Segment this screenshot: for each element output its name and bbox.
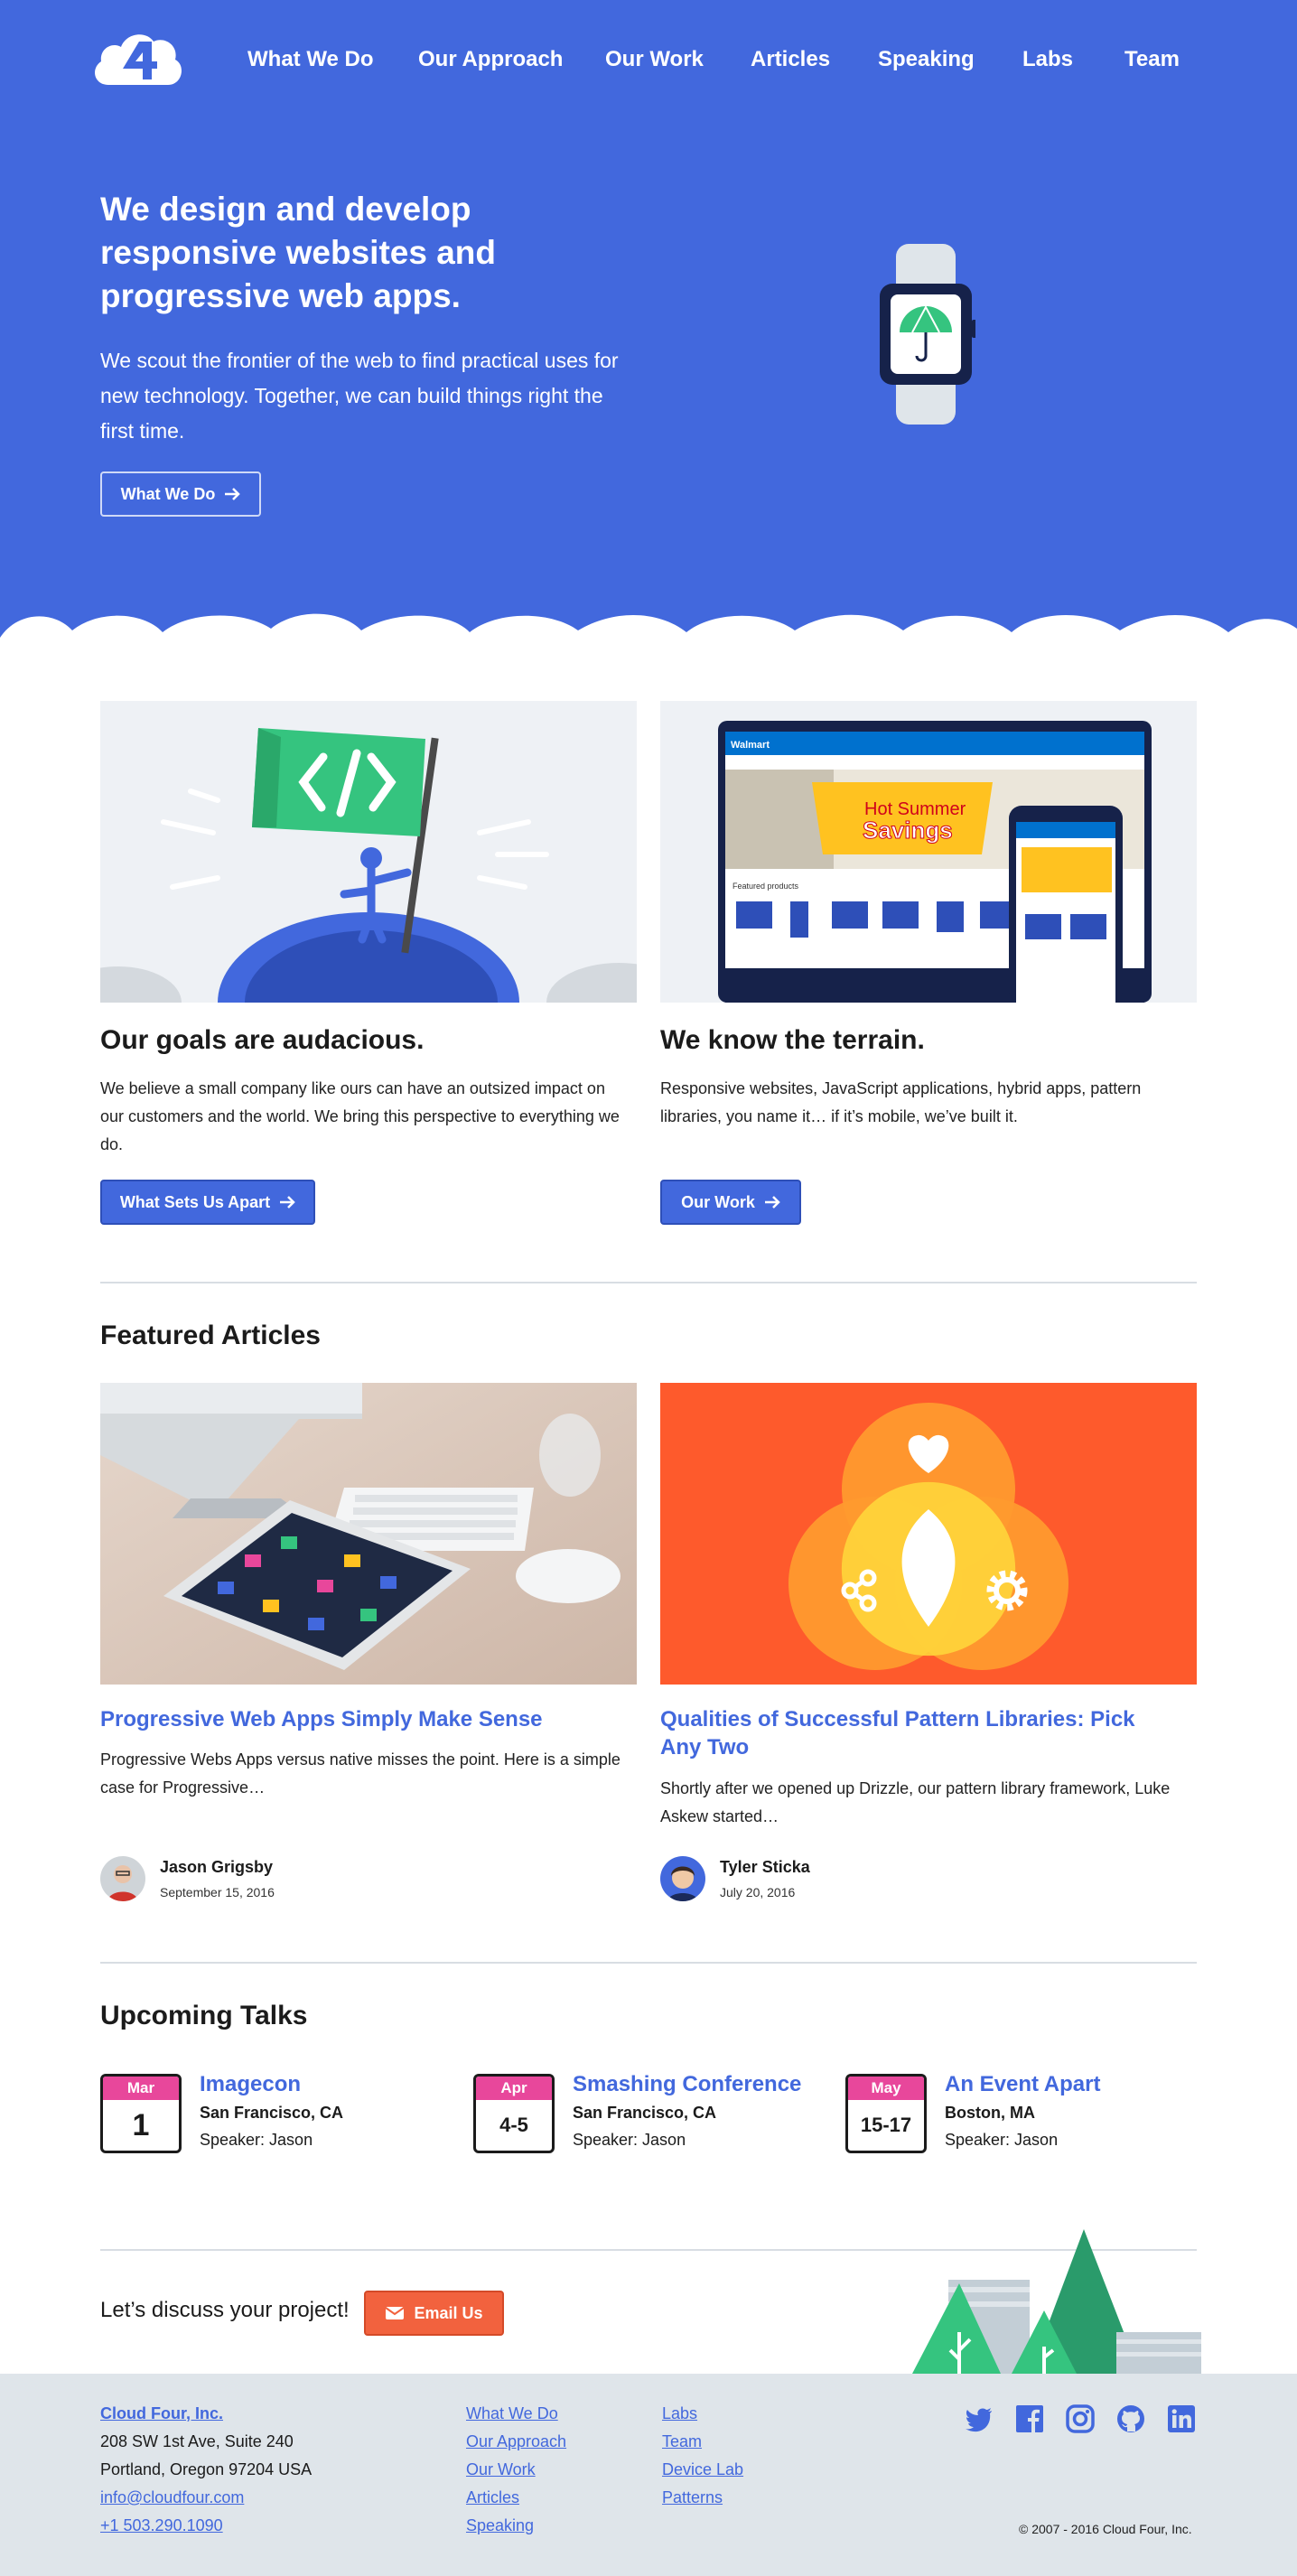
talk-name-imagecon[interactable]: Imagecon — [200, 2072, 301, 2097]
cloud-edge — [0, 613, 1297, 665]
footer-link-what-we-do[interactable]: What We Do — [466, 2400, 558, 2428]
hero-title: We design and develop responsive website… — [100, 191, 497, 314]
feature-body-terrain: Responsive websites, JavaScript applicat… — [660, 1079, 1142, 1125]
footer-email-link[interactable]: info@cloudfour.com — [100, 2484, 244, 2512]
footer-link-our-approach[interactable]: Our Approach — [466, 2428, 566, 2456]
talk-location: San Francisco, CA — [200, 2104, 344, 2122]
article-excerpt-pattern-libraries: Shortly after we opened up Drizzle, our … — [660, 1779, 1171, 1825]
hero-body: We scout the frontier of the web to find… — [100, 349, 619, 443]
feature-body-goals: We believe a small company like ours can… — [100, 1079, 620, 1153]
facebook-icon[interactable] — [1015, 2404, 1044, 2433]
instagram-icon[interactable] — [1066, 2404, 1095, 2433]
code-flag-icon — [100, 701, 637, 1003]
footer-link-device-lab[interactable]: Device Lab — [662, 2456, 743, 2484]
promo-line-2: Savings — [863, 817, 953, 844]
tablet-desk-photo — [100, 1383, 637, 1685]
arrow-right-icon — [764, 1196, 780, 1209]
nav-our-approach[interactable]: Our Approach — [418, 43, 563, 76]
footer-address-line1: 208 SW 1st Ave, Suite 240 — [100, 2432, 294, 2450]
terrain-illustration: Walmart Hot Summer Savings Featured prod… — [660, 701, 1197, 1003]
feature-title-terrain: We know the terrain. — [660, 1025, 925, 1055]
footer-link-team[interactable]: Team — [662, 2428, 702, 2456]
arrow-right-icon — [280, 1196, 295, 1209]
footer-company-link[interactable]: Cloud Four, Inc. — [100, 2400, 223, 2428]
author-name-jason: Jason Grigsby — [160, 1858, 274, 1876]
article-image-pattern-libraries[interactable] — [660, 1383, 1197, 1685]
what-we-do-button-label: What We Do — [120, 484, 216, 503]
nav-our-work[interactable]: Our Work — [605, 43, 704, 76]
avatar-jason — [100, 1856, 145, 1901]
goals-illustration — [100, 701, 637, 1003]
envelope-icon — [385, 2307, 406, 2319]
article-date-pattern-libraries: July 20, 2016 — [720, 1885, 796, 1899]
feature-title-goals: Our goals are audacious. — [100, 1025, 425, 1055]
copyright: © 2007 - 2016 Cloud Four, Inc. — [1019, 2522, 1192, 2536]
article-title-pattern-libraries[interactable]: Qualities of Successful Pattern Librarie… — [660, 1705, 1166, 1761]
talk-speaker: Speaker: Jason — [573, 2131, 686, 2149]
nav-what-we-do[interactable]: What We Do — [247, 43, 374, 76]
nav-speaking[interactable]: Speaking — [878, 43, 975, 76]
talk-speaker: Speaker: Jason — [200, 2131, 313, 2149]
article-title-pwa[interactable]: Progressive Web Apps Simply Make Sense — [100, 1705, 606, 1733]
calendar-badge: May 15-17 — [845, 2074, 927, 2153]
footer-phone-link[interactable]: +1 503.290.1090 — [100, 2512, 223, 2540]
linkedin-icon[interactable] — [1167, 2404, 1196, 2433]
calendar-day: 15-17 — [860, 2114, 912, 2136]
our-work-button[interactable]: Our Work — [660, 1180, 801, 1225]
github-icon[interactable] — [1116, 2404, 1145, 2433]
calendar-badge: Mar 1 — [100, 2074, 182, 2153]
article-image-pwa[interactable] — [100, 1383, 637, 1685]
nav-articles[interactable]: Articles — [751, 43, 830, 76]
our-work-button-label: Our Work — [681, 1192, 755, 1211]
featured-articles-title: Featured Articles — [100, 1321, 321, 1350]
calendar-month: May — [848, 2077, 924, 2100]
what-we-do-button[interactable]: What We Do — [100, 471, 261, 517]
calendar-month: Apr — [476, 2077, 552, 2100]
footer-link-patterns[interactable]: Patterns — [662, 2484, 723, 2512]
responsive-devices-icon: Walmart Hot Summer Savings Featured prod… — [660, 701, 1197, 1003]
calendar-month: Mar — [103, 2077, 179, 2100]
article-date-pwa: September 15, 2016 — [160, 1885, 275, 1899]
cta-text: Let’s discuss your project! — [100, 2298, 350, 2322]
twitter-icon[interactable] — [965, 2404, 994, 2433]
talk-name-an-event-apart[interactable]: An Event Apart — [945, 2072, 1100, 2097]
email-us-label: Email Us — [414, 2303, 483, 2322]
author-name-tyler: Tyler Sticka — [720, 1858, 810, 1876]
talk-location: San Francisco, CA — [573, 2104, 717, 2122]
upcoming-talks-title: Upcoming Talks — [100, 2001, 308, 2030]
talk-location: Boston, MA — [945, 2104, 1035, 2122]
walmart-brand: Walmart — [731, 740, 770, 751]
calendar-day: 4-5 — [499, 2114, 528, 2136]
footer-link-our-work[interactable]: Our Work — [466, 2456, 536, 2484]
hero: What We Do Our Approach Our Work Article… — [0, 0, 1297, 650]
main-nav: What We Do Our Approach Our Work Article… — [0, 43, 1297, 76]
section-divider — [100, 1962, 1197, 1964]
smartwatch-umbrella-icon — [880, 244, 975, 425]
venn-diagram-image — [660, 1383, 1197, 1685]
what-sets-us-apart-button[interactable]: What Sets Us Apart — [100, 1180, 315, 1225]
featured-products-label: Featured products — [732, 882, 799, 891]
footer-link-labs[interactable]: Labs — [662, 2400, 697, 2428]
footer-address-line2: Portland, Oregon 97204 USA — [100, 2460, 313, 2478]
section-divider — [100, 1282, 1197, 1283]
avatar-tyler — [660, 1856, 705, 1901]
footer-link-articles[interactable]: Articles — [466, 2484, 519, 2512]
nav-labs[interactable]: Labs — [1022, 43, 1073, 76]
calendar-badge: Apr 4-5 — [473, 2074, 555, 2153]
arrow-right-icon — [225, 488, 241, 500]
talk-name-smashing-conference[interactable]: Smashing Conference — [573, 2072, 801, 2097]
talk-speaker: Speaker: Jason — [945, 2131, 1059, 2149]
trees-illustration — [912, 2229, 1201, 2374]
footer-link-speaking[interactable]: Speaking — [466, 2512, 534, 2540]
calendar-day: 1 — [132, 2108, 150, 2142]
email-us-button[interactable]: Email Us — [364, 2291, 504, 2336]
what-sets-us-apart-label: What Sets Us Apart — [119, 1192, 271, 1211]
article-excerpt-pwa: Progressive Webs Apps versus native miss… — [100, 1750, 621, 1797]
nav-team[interactable]: Team — [1124, 43, 1180, 76]
